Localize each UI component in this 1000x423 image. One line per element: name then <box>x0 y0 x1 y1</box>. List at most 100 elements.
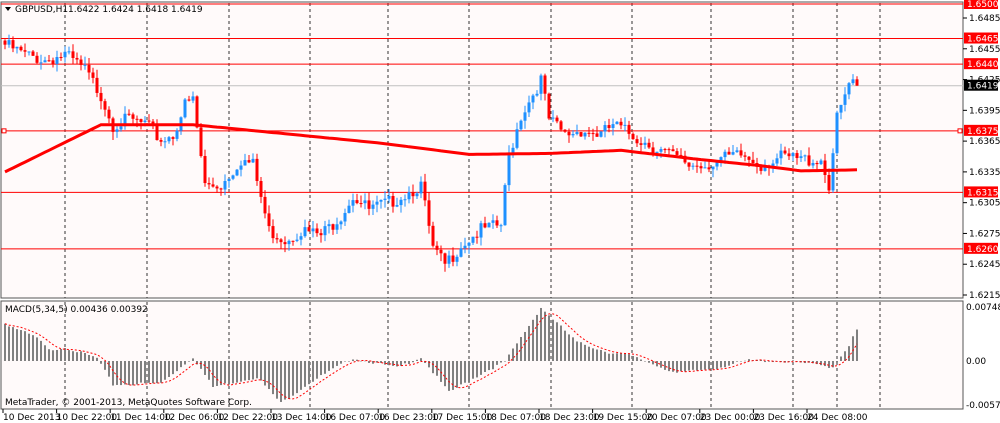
bear-candle <box>739 150 743 156</box>
bull-candle <box>363 200 367 204</box>
bull-candle <box>419 181 423 194</box>
bear-candle <box>747 156 751 160</box>
macd-histogram-bar <box>288 361 290 399</box>
macd-histogram-bar <box>388 361 390 366</box>
macd-histogram-bar <box>304 361 306 387</box>
bear-candle <box>59 57 63 59</box>
macd-histogram-bar <box>512 348 514 361</box>
bull-candle <box>299 236 303 240</box>
bull-candle <box>487 222 491 228</box>
macd-histogram-bar <box>252 361 254 380</box>
macd-histogram-bar <box>548 315 550 361</box>
macd-histogram-bar <box>460 361 462 385</box>
macd-histogram-bar <box>516 343 518 361</box>
bull-candle <box>39 62 43 64</box>
macd-histogram-bar <box>684 361 686 372</box>
bear-candle <box>555 117 559 122</box>
macd-histogram-bar <box>52 350 54 361</box>
bull-candle <box>519 120 523 130</box>
macd-histogram-bar <box>256 361 258 379</box>
bull-candle <box>847 83 851 95</box>
bear-candle <box>543 75 547 94</box>
bear-candle <box>815 163 819 165</box>
level-price-label: 1.6500 <box>967 0 999 10</box>
time-tick-label: 23 Dec 00:00 <box>700 413 761 423</box>
bull-candle <box>703 167 707 169</box>
macd-histogram-bar <box>228 361 230 385</box>
level-handle <box>1 128 7 134</box>
macd-histogram-bar <box>300 361 302 390</box>
bear-candle <box>75 57 79 60</box>
bull-candle <box>43 60 47 63</box>
macd-histogram-bar <box>552 319 554 361</box>
bull-candle <box>167 137 171 142</box>
macd-histogram-bar <box>404 361 406 364</box>
bull-candle <box>399 199 403 206</box>
macd-histogram-bar <box>188 361 190 362</box>
bull-candle <box>507 153 511 186</box>
bear-candle <box>155 125 159 141</box>
macd-histogram-bar <box>172 361 174 375</box>
bear-candle <box>391 196 395 207</box>
bull-candle <box>447 255 451 264</box>
bear-candle <box>727 151 731 155</box>
bear-candle <box>639 143 643 145</box>
time-tick-label: 16 Dec 07:00 <box>325 413 386 423</box>
macd-histogram-bar <box>504 361 506 362</box>
bear-candle <box>627 124 631 134</box>
bear-candle <box>3 40 7 45</box>
macd-histogram-bar <box>136 361 138 385</box>
macd-histogram-bar <box>104 361 106 370</box>
price-panel[interactable] <box>0 1 964 299</box>
bear-candle <box>547 93 551 119</box>
macd-histogram-bar <box>68 350 70 361</box>
bear-candle <box>99 92 103 102</box>
macd-histogram-bar <box>616 353 618 361</box>
macd-panel[interactable] <box>0 300 964 410</box>
macd-histogram-bar <box>296 361 298 394</box>
trading-chart[interactable]: 1.6500 1.6465 1.6440 1.6375 1.6315 1.6260 1.64… <box>0 0 1000 423</box>
price-tick-label: 1.6365 <box>969 137 1000 147</box>
bull-candle <box>175 130 179 139</box>
bull-candle <box>603 125 607 132</box>
bull-candle <box>467 242 471 246</box>
macd-histogram-bar <box>16 329 18 361</box>
macd-histogram-bar <box>132 361 134 386</box>
bear-candle <box>759 166 763 171</box>
macd-histogram-bar <box>440 361 442 382</box>
bear-candle <box>359 203 363 205</box>
macd-histogram-bar <box>232 361 234 384</box>
bull-candle <box>311 228 315 232</box>
macd-histogram-bar <box>60 348 62 361</box>
bull-candle <box>851 79 855 84</box>
bull-candle <box>655 151 659 153</box>
time-tick-label: 10 Dec 22:00 <box>57 413 118 423</box>
bear-candle <box>35 55 39 63</box>
bull-candle <box>659 149 663 152</box>
macd-histogram-bar <box>336 361 338 366</box>
macd-histogram-bar <box>420 358 422 361</box>
macd-histogram-bar <box>704 361 706 370</box>
bull-candle <box>491 220 495 223</box>
bull-candle <box>295 239 299 241</box>
bull-candle <box>623 124 627 126</box>
macd-histogram-bar <box>792 360 794 361</box>
bear-candle <box>187 99 191 101</box>
bull-candle <box>343 212 347 222</box>
macd-histogram-bar <box>176 361 178 372</box>
macd-histogram-bar <box>600 349 602 361</box>
bull-candle <box>163 141 167 143</box>
bull-candle <box>287 240 291 245</box>
macd-histogram-bar <box>740 361 742 362</box>
macd-histogram-bar <box>584 344 586 361</box>
bull-candle <box>643 142 647 145</box>
bear-candle <box>319 233 323 236</box>
macd-histogram-bar <box>472 361 474 379</box>
macd-histogram-bar <box>672 361 674 372</box>
macd-histogram-bar <box>308 361 310 385</box>
price-tick-label: 1.6425 <box>969 76 1000 86</box>
bear-candle <box>439 249 443 254</box>
macd-histogram-bar <box>312 361 314 382</box>
bull-candle <box>735 150 739 153</box>
bear-candle <box>195 96 199 128</box>
